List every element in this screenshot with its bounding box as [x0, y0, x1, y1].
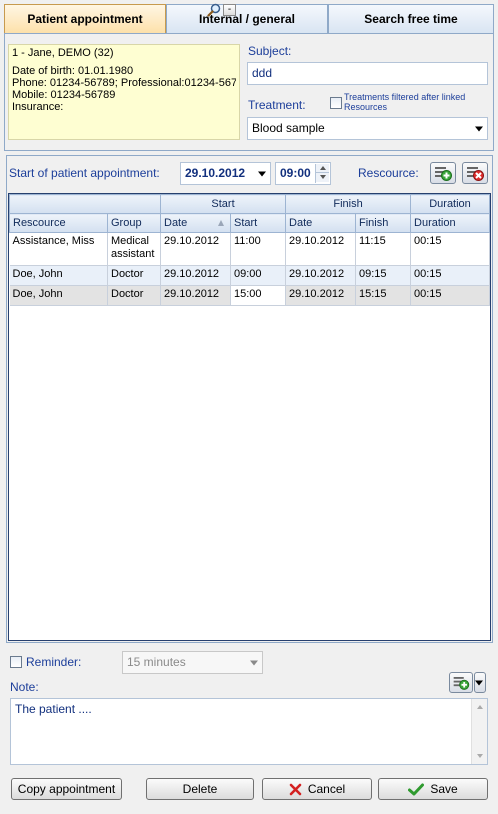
cancel-icon [289, 784, 302, 796]
reminder-select[interactable]: 15 minutes [122, 651, 263, 674]
col-start-date[interactable]: Date [160, 213, 231, 233]
cell-finish-date[interactable]: 29.10.2012 [285, 265, 357, 286]
remove-patient-button[interactable]: - [223, 4, 236, 16]
cell-start-time[interactable]: 15:00 [230, 285, 287, 306]
note-textarea[interactable]: The patient .... [10, 698, 488, 765]
patient-info-box: 1 - Jane, DEMO (32) Date of birth: 01.01… [8, 44, 240, 140]
col-start-date-label: Date [164, 217, 188, 229]
col-duration[interactable]: Duration [410, 213, 490, 233]
patient-insurance: Insurance: [12, 101, 64, 113]
cell-finish-date[interactable]: 29.10.2012 [285, 285, 357, 306]
cell-group-line1: Medical [111, 235, 149, 247]
cell-start-date[interactable]: 29.10.2012 [160, 265, 231, 286]
cell-start-date[interactable]: 29.10.2012 [160, 285, 231, 306]
add-icon [453, 677, 470, 690]
reminder-select-value: 15 minutes [127, 655, 186, 669]
cell-resource[interactable]: Doe, John [9, 265, 108, 286]
start-time-input[interactable]: 09:00 [275, 162, 331, 185]
col-start-time[interactable]: Start [229, 213, 287, 233]
add-note-template-button[interactable] [449, 672, 473, 693]
cell-start-time[interactable]: 11:00 [230, 232, 287, 266]
cell-duration[interactable]: 00:15 [410, 285, 490, 306]
patient-phone: Phone: 01234-56789; Professional:01234-5… [12, 77, 236, 89]
note-template-dropdown[interactable] [474, 672, 486, 693]
table-row-selected[interactable]: Doe, John Doctor 29.10.2012 15:00 29.10.… [9, 285, 490, 306]
resource-table[interactable]: Start Finish Duration Rescource Group Da… [8, 193, 491, 641]
delete-button[interactable]: Delete [146, 778, 254, 800]
reminder-checkbox[interactable] [10, 656, 22, 668]
copy-appointment-button[interactable]: Copy appointment [11, 778, 122, 800]
chevron-down-icon [475, 680, 483, 685]
cancel-label: Cancel [307, 782, 346, 796]
add-resource-button[interactable] [430, 162, 456, 184]
tab-bar: Patient appointment Internal / general S… [4, 4, 494, 34]
table-row[interactable]: Doe, John Doctor 29.10.2012 09:00 29.10.… [9, 265, 490, 286]
cell-group[interactable]: Medical assistant [107, 232, 161, 266]
cell-group[interactable]: Doctor [107, 285, 161, 306]
note-scrollbar[interactable] [471, 699, 487, 764]
chevron-down-icon [475, 126, 483, 131]
group-header-finish: Finish [285, 194, 412, 214]
cell-finish-time[interactable]: 11:15 [355, 232, 412, 266]
col-finish-date[interactable]: Date [285, 213, 357, 233]
resource-label: Rescource: [358, 166, 419, 180]
start-label: Start of patient appointment: [9, 166, 160, 180]
subject-input[interactable]: ddd [247, 62, 488, 85]
col-finish-time[interactable]: Finish [355, 213, 412, 233]
start-date-picker[interactable]: 29.10.2012 [180, 162, 271, 185]
cell-resource[interactable]: Doe, John [9, 285, 108, 306]
search-patient-icon[interactable] [207, 3, 221, 17]
add-icon [435, 167, 452, 181]
subject-label: Subject: [248, 44, 292, 58]
spin-up-icon[interactable] [316, 164, 329, 173]
spin-down-icon[interactable] [316, 173, 329, 182]
table-group-header: Start Finish Duration [9, 194, 490, 214]
save-button[interactable]: Save [378, 778, 488, 800]
sort-ascending-icon [218, 220, 224, 226]
col-resource[interactable]: Rescource [9, 213, 108, 233]
cell-group-line2: assistant [111, 248, 155, 260]
col-group[interactable]: Group [107, 213, 161, 233]
scroll-down-icon[interactable] [477, 754, 483, 758]
group-header-empty [9, 194, 161, 214]
treatment-select-value: Blood sample [252, 121, 325, 135]
tab-patient-appointment[interactable]: Patient appointment [4, 4, 166, 34]
cell-group[interactable]: Doctor [107, 265, 161, 286]
time-spinner[interactable] [315, 164, 329, 183]
start-date-value: 29.10.2012 [185, 166, 246, 180]
cell-finish-time[interactable]: 09:15 [355, 265, 412, 286]
filter-treatments-checkbox[interactable] [330, 97, 342, 109]
patient-mobile: Mobile: 01234-56789 [12, 89, 116, 101]
chevron-down-icon [250, 660, 258, 665]
table-row[interactable]: Assistance, Miss Medical assistant 29.10… [9, 232, 490, 266]
cell-duration[interactable]: 00:15 [410, 232, 490, 266]
cancel-button[interactable]: Cancel [262, 778, 372, 800]
treatment-label: Treatment: [248, 98, 306, 112]
cell-start-date[interactable]: 29.10.2012 [160, 232, 231, 266]
chevron-down-icon [258, 171, 266, 176]
tab-internal-general[interactable]: Internal / general [166, 4, 328, 34]
patient-name: 1 - Jane, DEMO (32) [12, 47, 114, 59]
table-column-header: Rescource Group Date Start Date Finish D… [9, 213, 490, 233]
note-label: Note: [10, 680, 39, 694]
cell-finish-date[interactable]: 29.10.2012 [285, 232, 357, 266]
treatment-select[interactable]: Blood sample [247, 117, 488, 140]
remove-icon [467, 167, 484, 181]
checkmark-icon [408, 783, 425, 796]
cell-duration[interactable]: 00:15 [410, 265, 490, 286]
start-time-value: 09:00 [280, 166, 311, 180]
filter-treatments-label: Treatments filtered after linked Resourc… [344, 92, 466, 112]
group-header-duration: Duration [410, 194, 490, 214]
scroll-up-icon[interactable] [477, 705, 483, 709]
reminder-label: Reminder: [26, 655, 82, 669]
group-header-start: Start [159, 194, 287, 214]
save-label: Save [430, 782, 458, 796]
patient-dob: Date of birth: 01.01.1980 [12, 65, 134, 77]
note-text: The patient .... [15, 702, 92, 716]
cell-finish-time[interactable]: 15:15 [355, 285, 412, 306]
tab-search-free-time[interactable]: Search free time [328, 4, 494, 34]
remove-resource-button[interactable] [462, 162, 488, 184]
cell-start-time[interactable]: 09:00 [230, 265, 287, 286]
cell-resource[interactable]: Assistance, Miss [9, 232, 108, 266]
